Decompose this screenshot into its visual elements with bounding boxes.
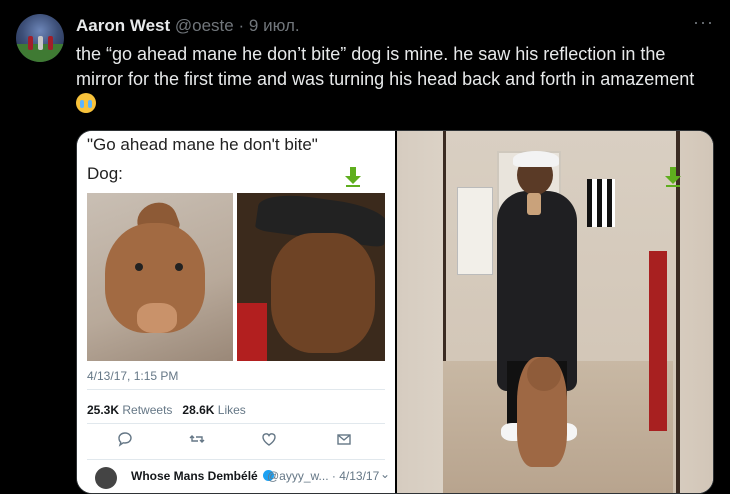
mail-icon (332, 431, 356, 455)
likes-label: Likes (217, 403, 246, 417)
jersey-frame (587, 179, 615, 227)
author-handle[interactable]: @oeste (175, 16, 234, 35)
retweets-count: 25.3K (87, 403, 120, 417)
phone (527, 193, 541, 215)
download-icon[interactable] (345, 167, 361, 187)
tweet-date[interactable]: 9 июл. (249, 16, 300, 35)
divider (87, 423, 385, 424)
retweets-label: Retweets (122, 403, 173, 417)
reply-author-name: Whose Mans Dembélé (131, 469, 258, 483)
embedded-dog-label: Dog: (87, 164, 123, 183)
author-avatar[interactable] (16, 14, 64, 62)
reply-separator: · (331, 469, 336, 483)
reply-date: 4/13/17 (339, 469, 380, 483)
reply-handle: @ayyy_w... (267, 469, 329, 483)
divider (87, 389, 385, 390)
dog-photo (87, 193, 233, 361)
media-image-right[interactable] (397, 131, 713, 493)
loudly-crying-face-icon (76, 93, 96, 113)
tweet-media[interactable]: "Go ahead mane he don't bite" Dog: 4/13/… (76, 130, 714, 494)
man-reaction-photo (237, 193, 385, 361)
red-background (237, 303, 267, 361)
avatar-figure (28, 36, 33, 50)
tweet-text: the “go ahead mane he don’t bite” dog is… (76, 44, 695, 89)
reply-avatar (95, 467, 117, 489)
tweet-header: Aaron West @oeste · 9 июл. (76, 16, 300, 36)
author-name[interactable]: Aaron West (76, 16, 170, 35)
retweet-icon (185, 431, 209, 455)
reply-icon (113, 431, 137, 455)
download-icon[interactable] (665, 167, 681, 187)
avatar-figure (48, 36, 53, 50)
dog-eye (135, 263, 143, 271)
dog-eye (175, 263, 183, 271)
reply-meta: @ayyy_w... · 4/13/17 (267, 469, 379, 483)
embedded-timestamp: 4/13/17, 1:15 PM (87, 369, 179, 383)
heart-icon (257, 431, 281, 455)
header-separator: · (238, 16, 245, 35)
avatar-figure (38, 36, 43, 50)
tweet-text-block: the “go ahead mane he don’t bite” dog is… (76, 42, 716, 117)
chevron-down-icon: ⌄ (380, 467, 391, 481)
reply-author: Whose Mans Dembélé (131, 469, 275, 483)
red-cloth (649, 251, 667, 431)
likes-count: 28.6K (182, 403, 215, 417)
embedded-stats: 25.3K Retweets 28.6K Likes (87, 403, 246, 417)
man-face (271, 233, 375, 353)
man-cap (513, 151, 559, 167)
dog-snout (137, 303, 177, 333)
divider (87, 459, 385, 460)
dog-head (527, 357, 561, 391)
media-image-left[interactable]: "Go ahead mane he don't bite" Dog: 4/13/… (77, 131, 395, 493)
embedded-quote-line: "Go ahead mane he don't bite" (87, 135, 318, 154)
wall-poster (457, 187, 493, 275)
more-options-icon[interactable]: ··· (693, 12, 714, 33)
embedded-actions (87, 431, 385, 455)
